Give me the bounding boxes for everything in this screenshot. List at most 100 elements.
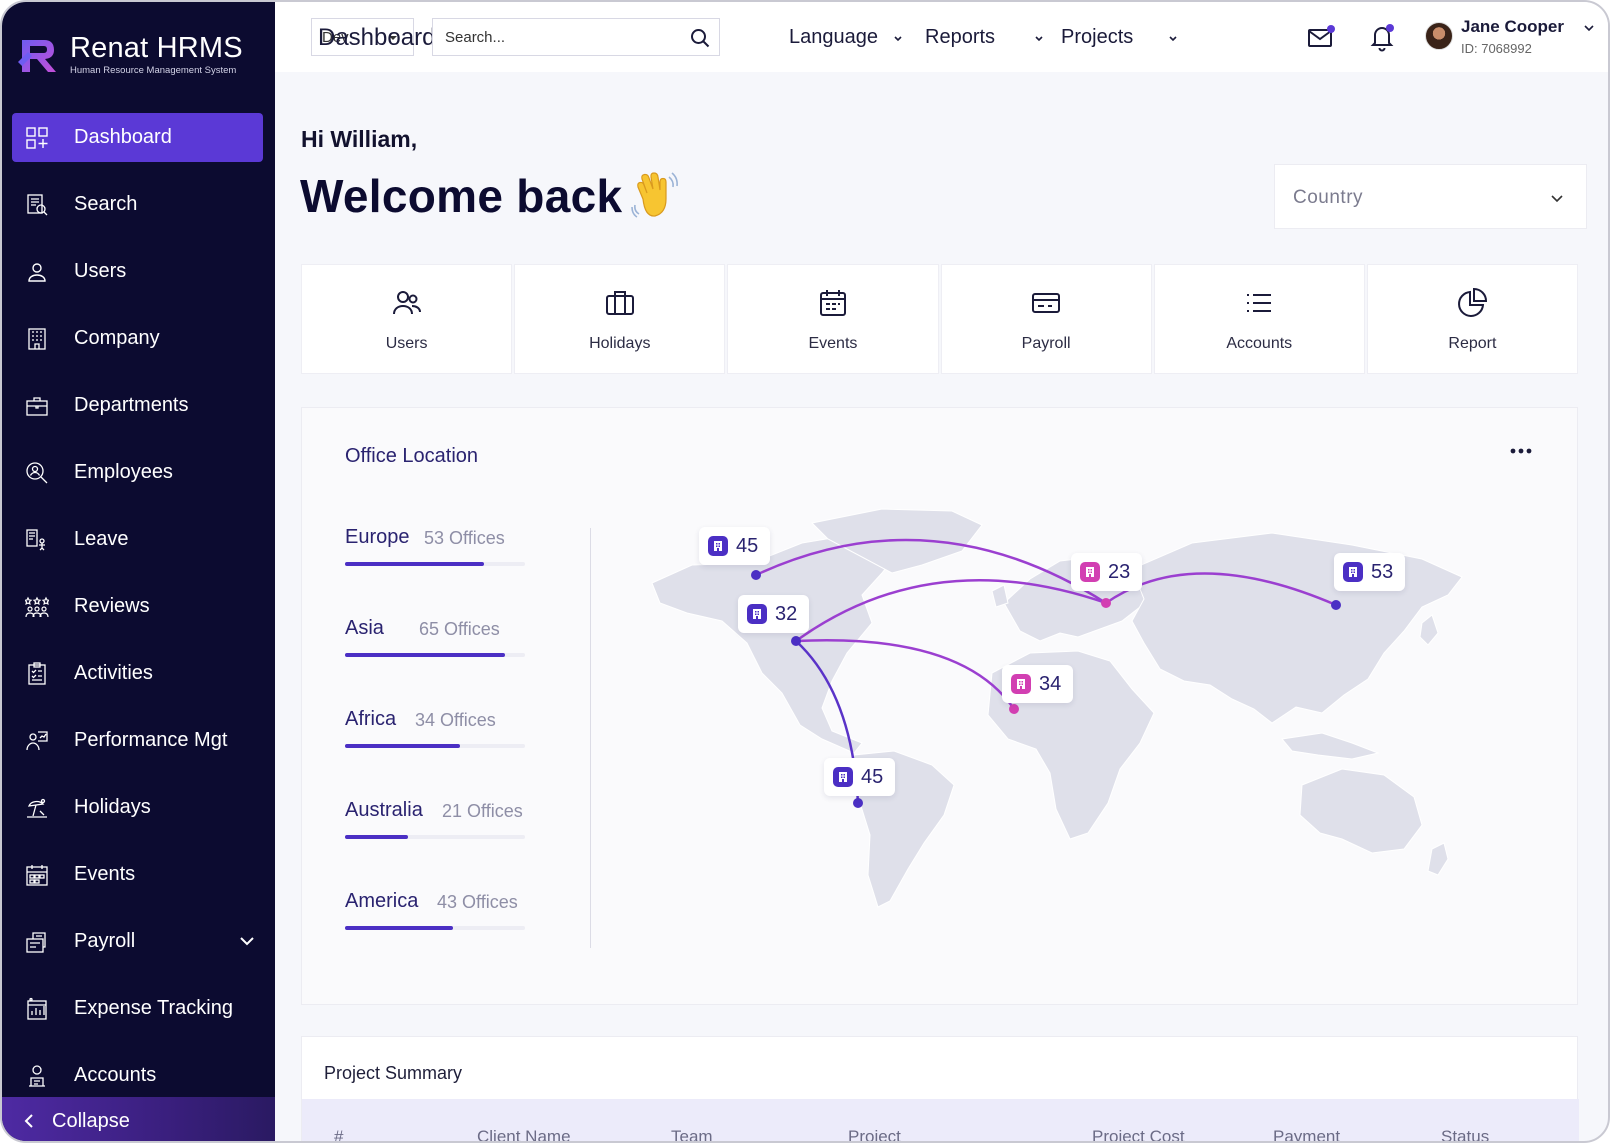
- office-building-icon: [747, 604, 767, 624]
- sidebar-item-label: Performance Mgt: [74, 729, 228, 751]
- notification-dot: [1386, 24, 1394, 32]
- region-progress-bar: [345, 653, 506, 657]
- office-building-icon: [1011, 674, 1031, 694]
- column-header-client-name[interactable]: Client Name: [477, 1127, 571, 1141]
- country-select[interactable]: Country: [1274, 164, 1587, 229]
- sidebar-item-departments[interactable]: Departments: [12, 381, 263, 430]
- chevron-down-icon: [1169, 35, 1177, 41]
- region-progress-bar: [345, 562, 484, 566]
- sidebar-item-accounts[interactable]: Accounts: [12, 1051, 263, 1100]
- tile-report[interactable]: Report: [1366, 264, 1579, 374]
- office-building-icon: [1080, 562, 1100, 582]
- region-item[interactable]: Africa 34 Offices: [345, 708, 525, 799]
- sidebar-item-label: Search: [74, 193, 138, 215]
- region-office-count: 34 Offices: [415, 710, 496, 730]
- sidebar-item-dashboard[interactable]: Dashboard: [12, 113, 263, 162]
- office-count: 23: [1108, 560, 1131, 583]
- map-marker-tag[interactable]: 45: [699, 527, 771, 565]
- tile-events[interactable]: Events: [727, 264, 939, 374]
- region-item[interactable]: Asia 65 Offices: [345, 617, 525, 708]
- waving-hand-icon: [631, 172, 678, 218]
- region-office-count: 53 Offices: [424, 528, 505, 548]
- column-header-payment[interactable]: Payment: [1273, 1127, 1340, 1141]
- map-marker-tag[interactable]: 45: [824, 758, 896, 796]
- region-item[interactable]: Europe 53 Offices: [345, 526, 525, 617]
- region-list: Europe 53 Offices Asia 65 Offices Africa…: [345, 526, 525, 981]
- beach-icon: [24, 795, 50, 821]
- sidebar-item-payroll[interactable]: Payroll: [12, 917, 263, 966]
- region-item[interactable]: Australia 21 Offices: [345, 799, 525, 890]
- projects-menu-label: Projects: [1061, 26, 1134, 48]
- search-icon[interactable]: [689, 27, 711, 49]
- expense-icon: [24, 996, 50, 1022]
- sidebar-item-leave[interactable]: Leave: [12, 515, 263, 564]
- chevron-down-icon: [1035, 35, 1043, 41]
- region-name: Asia: [345, 617, 384, 639]
- continent-indonesia: [1281, 732, 1380, 760]
- sidebar-item-employees[interactable]: Employees: [12, 448, 263, 497]
- chevron-down-icon: [389, 36, 397, 40]
- sidebar-item-label: Activities: [74, 662, 153, 684]
- map-marker-tag[interactable]: 23: [1071, 553, 1143, 591]
- sidebar-item-performance[interactable]: Performance Mgt: [12, 716, 263, 765]
- sidebar-item-search[interactable]: Search: [12, 180, 263, 229]
- sidebar-item-label: Reviews: [74, 595, 150, 617]
- sidebar-item-reviews[interactable]: Reviews: [12, 582, 263, 631]
- user-name: Jane Cooper: [1461, 17, 1564, 36]
- continent-new-zealand: [1427, 842, 1449, 876]
- sidebar-item-users[interactable]: Users: [12, 247, 263, 296]
- list-icon: [1247, 294, 1272, 312]
- map-marker-tag[interactable]: 53: [1334, 553, 1406, 591]
- column-header-project[interactable]: Project: [848, 1127, 901, 1141]
- quick-access-tiles: Users Holidays Events Payroll Accounts R…: [301, 264, 1579, 374]
- sidebar-item-company[interactable]: Company: [12, 314, 263, 363]
- mail-button[interactable]: [1305, 22, 1335, 52]
- column-header-status[interactable]: Status: [1441, 1127, 1489, 1141]
- tile-label: Holidays: [589, 335, 651, 352]
- projects-menu[interactable]: Projects: [1061, 26, 1179, 49]
- reviews-icon: [24, 594, 50, 620]
- tile-label: Users: [385, 335, 428, 352]
- collapse-label: Collapse: [52, 1109, 130, 1132]
- reports-menu[interactable]: Reports: [925, 26, 1045, 49]
- map-marker-tag[interactable]: 34: [1002, 665, 1074, 703]
- tile-accounts[interactable]: Accounts: [1153, 264, 1365, 374]
- tile-payroll[interactable]: Payroll: [940, 264, 1152, 374]
- collapse-button[interactable]: Collapse: [2, 1097, 275, 1141]
- map-marker-tag[interactable]: 32: [738, 595, 810, 633]
- island-japan: [1419, 614, 1439, 646]
- user-profile-menu[interactable]: Jane Cooper ID: 7068992: [1425, 14, 1605, 60]
- sidebar-item-label: Users: [74, 260, 127, 282]
- office-count: 32: [775, 602, 798, 625]
- sidebar-item-events[interactable]: Events: [12, 850, 263, 899]
- column-header-project-cost[interactable]: Project Cost: [1092, 1127, 1185, 1141]
- column-header-number[interactable]: #: [334, 1127, 343, 1141]
- search-input[interactable]: [445, 28, 675, 46]
- project-summary-title: Project Summary: [324, 1063, 463, 1083]
- app-logo[interactable]: Renat HRMS Human Resource Management Sys…: [16, 32, 243, 76]
- tile-label: Events: [808, 335, 858, 352]
- sidebar-item-activities[interactable]: Activities: [12, 649, 263, 698]
- column-header-team[interactable]: Team: [671, 1127, 713, 1141]
- sidebar-item-label: Employees: [74, 461, 173, 483]
- accounts-icon: [24, 1063, 50, 1089]
- office-building-icon: [708, 536, 728, 556]
- sidebar-item-holidays[interactable]: Holidays: [12, 783, 263, 832]
- more-options-icon[interactable]: [1509, 444, 1533, 458]
- logo-icon: [18, 40, 56, 72]
- chevron-down-icon[interactable]: [237, 931, 257, 951]
- search-box[interactable]: [432, 18, 720, 56]
- office-count: 45: [861, 765, 884, 788]
- language-menu[interactable]: Language: [789, 26, 904, 49]
- marker-dot: [791, 636, 801, 646]
- region-divider: [590, 528, 591, 948]
- greeting-hi: Hi William,: [301, 126, 418, 152]
- notifications-button[interactable]: [1367, 22, 1397, 52]
- region-item[interactable]: America 43 Offices: [345, 890, 525, 981]
- sidebar-nav: Dashboard Search Users Company Departmen…: [2, 113, 275, 1118]
- tile-users[interactable]: Users: [301, 264, 513, 374]
- office-building-icon: [1343, 562, 1363, 582]
- env-select[interactable]: Dev: [311, 18, 414, 56]
- tile-holidays[interactable]: Holidays: [514, 264, 726, 374]
- sidebar-item-expense-tracking[interactable]: Expense Tracking: [12, 984, 263, 1033]
